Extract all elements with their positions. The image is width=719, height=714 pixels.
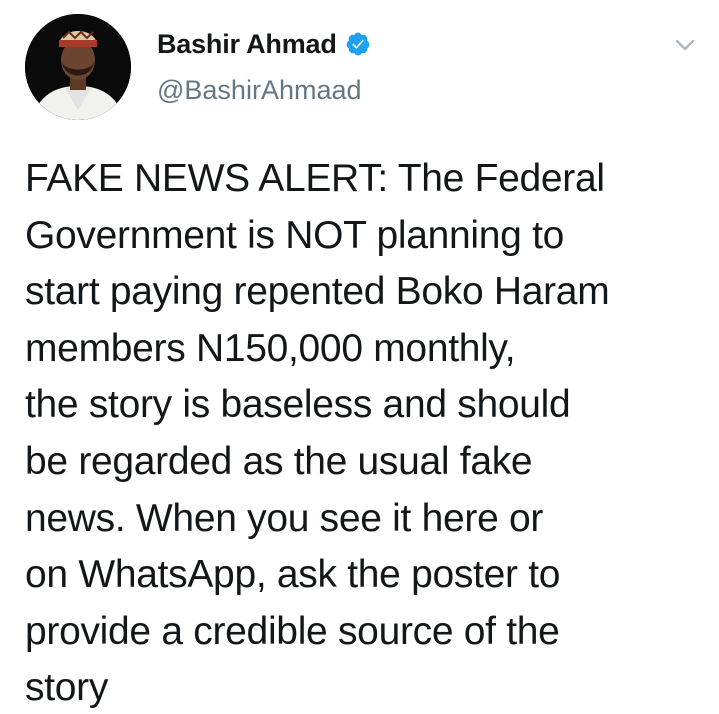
tweet-line: the story is baseless and should (25, 383, 571, 427)
tweet-line: be regarded as the usual fake (25, 439, 533, 483)
tweet-card: Bashir Ahmad @BashirAhmaad FAKE NEWS ALE… (0, 0, 719, 714)
display-name[interactable]: Bashir Ahmad (157, 29, 337, 60)
avatar-image (25, 14, 131, 120)
tweet-text: FAKE NEWS ALERT: The Federal Government … (25, 151, 715, 714)
tweet-line: members N150,000 monthly, (25, 326, 516, 370)
tweet-line: Government is NOT planning to (25, 213, 565, 257)
author-name-row[interactable]: Bashir Ahmad (157, 26, 371, 62)
avatar[interactable] (25, 14, 131, 120)
tweet-line: start paying repented Boko Haram (25, 270, 610, 314)
verified-badge-icon (345, 31, 371, 57)
tweet-line: on WhatsApp, ask the poster to (25, 553, 561, 597)
tweet-line: provide a credible source of the (25, 609, 560, 653)
tweet-line: FAKE NEWS ALERT: The Federal (25, 157, 605, 200)
tweet-line: story (25, 666, 109, 710)
tweet-line: news. When you see it here or (25, 496, 544, 540)
author-handle[interactable]: @BashirAhmaad (157, 75, 362, 106)
chevron-down-icon[interactable] (672, 32, 698, 58)
